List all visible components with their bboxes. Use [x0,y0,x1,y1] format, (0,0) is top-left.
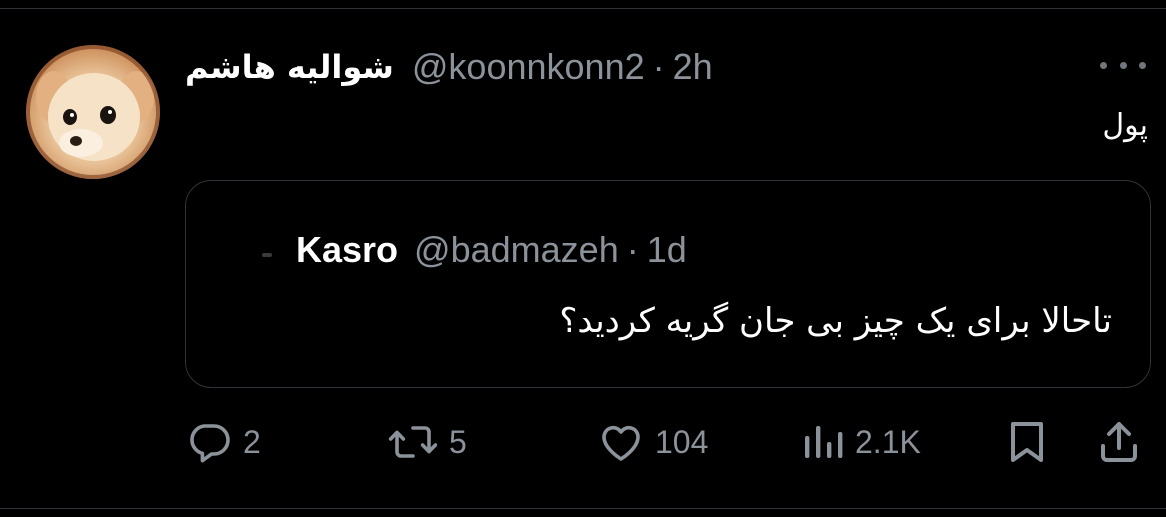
quote-text: تاحالا برای یک چیز بی جان گریه کردید؟ [559,301,1112,341]
tweet-header: شوالیه هاشم @koonnkonn2 · 2h [185,42,713,92]
reply-button[interactable]: 2 [185,412,261,472]
tweet-text: پول [1102,108,1148,143]
heart-icon [602,425,640,461]
quote-separator-dot: · [626,229,639,270]
views-count: 2.1K [855,423,921,460]
share-icon [1101,422,1137,462]
views-icon [805,426,843,458]
quote-timestamp: 1d [646,229,687,270]
quote-author-handle: @badmazeh [414,229,619,270]
views-button[interactable]: 2.1K [801,412,921,472]
bookmark-icon [1011,422,1043,462]
tweet[interactable]: شوالیه هاشم @koonnkonn2 · 2h پول Kasro @… [0,0,1166,517]
like-button[interactable]: 104 [597,412,708,472]
more-icon[interactable] [1100,55,1146,75]
reply-count: 2 [243,423,261,460]
quoted-tweet[interactable]: Kasro @badmazeh · 1d تاحالا برای یک چیز … [185,180,1151,388]
more-dot [1139,61,1146,69]
quote-avatar[interactable] [244,233,276,265]
retweet-icon [388,426,438,458]
separator-dot: · [652,46,665,87]
avatar[interactable] [26,45,160,179]
retweet-count: 5 [449,423,467,460]
more-dot [1119,61,1127,69]
retweet-button[interactable]: 5 [387,412,467,472]
top-divider [0,8,1166,9]
share-button[interactable] [1097,412,1141,472]
quote-header: Kasro @badmazeh · 1d [296,227,687,273]
avatar-dog-image [26,45,160,179]
reply-icon [190,424,230,463]
like-count: 104 [655,423,709,460]
bottom-divider [0,508,1166,509]
action-bar: 2 5 104 2.1K [185,412,1151,472]
more-dot [1100,61,1107,69]
author-display-name[interactable]: شوالیه هاشم [185,48,394,86]
tweet-timestamp[interactable]: 2h [673,46,713,88]
author-handle[interactable]: @koonnkonn2 [412,46,645,88]
bookmark-button[interactable] [1005,412,1049,472]
quote-author-display-name: Kasro [296,229,399,270]
